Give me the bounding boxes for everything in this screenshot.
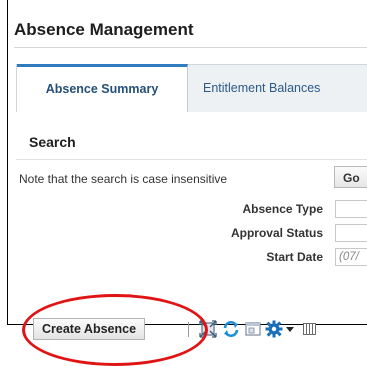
approval-status-label: Approval Status (230, 226, 323, 240)
detach-icon[interactable] (199, 320, 217, 338)
absence-type-label: Absence Type (242, 202, 323, 216)
page-title: Absence Management (14, 20, 194, 39)
start-date-row: Start Date (07/ (16, 248, 367, 266)
absence-type-row: Absence Type (16, 200, 367, 218)
tab-label: Absence Summary (45, 82, 159, 96)
refresh-icon[interactable] (222, 320, 240, 338)
tab-absence-summary[interactable]: Absence Summary (17, 64, 188, 113)
tab-label: Entitlement Balances (203, 81, 321, 95)
search-section-title: Search (29, 134, 76, 150)
start-date-label: Start Date (266, 250, 323, 264)
freeze-icon[interactable] (244, 320, 262, 338)
absence-type-field[interactable] (335, 200, 367, 218)
start-date-field[interactable]: (07/ (335, 248, 367, 266)
search-panel: Search Note that the search is case inse… (16, 112, 367, 324)
search-note: Note that the search is case insensitive (19, 172, 228, 186)
create-absence-button[interactable]: Create Absence (33, 318, 146, 340)
go-button[interactable]: Go (334, 166, 367, 188)
application-frame: Absence Management Absence Summary Entit… (7, 0, 367, 325)
toolbar-separator (188, 322, 189, 337)
approval-status-row: Approval Status (16, 224, 367, 242)
columns-icon[interactable] (301, 320, 319, 338)
chevron-down-icon[interactable] (285, 320, 295, 338)
approval-status-field[interactable] (335, 224, 367, 242)
section-divider (16, 159, 367, 160)
title-divider (14, 47, 367, 48)
gear-icon[interactable] (265, 320, 283, 338)
tab-entitlement-balances[interactable]: Entitlement Balances (203, 65, 320, 112)
tab-strip: Absence Summary Entitlement Balances (16, 64, 367, 113)
